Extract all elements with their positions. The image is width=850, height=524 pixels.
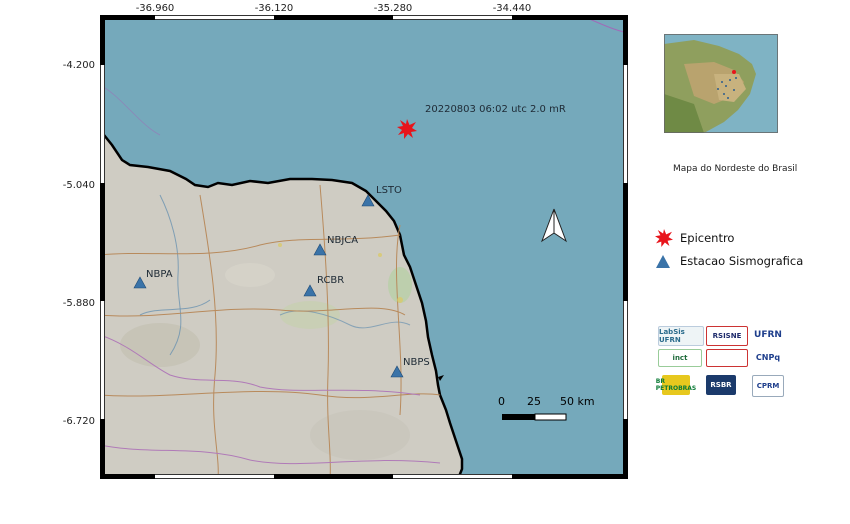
scale-label-25: 25 <box>527 395 541 408</box>
logo-cprm: CPRM <box>752 375 784 397</box>
event-label: 20220803 06:02 utc 2.0 mR <box>425 104 566 115</box>
logo-rsbr: RSBR <box>706 375 736 395</box>
station-label-nbps: NBPS <box>403 357 430 368</box>
station-label-nbpa: NBPA <box>146 269 173 280</box>
logo-rsisne-strip <box>706 349 748 367</box>
logo-ufrn: UFRN <box>750 326 786 344</box>
lat-tick-3: -5.880 <box>62 298 95 309</box>
inset-map <box>664 34 778 133</box>
logo-rsisne: RSISNE <box>706 326 748 346</box>
logo-inct: inct <box>658 349 702 367</box>
station-label-rcbr: RCBR <box>317 275 344 286</box>
logo-petrobras: BR PETROBRAS <box>656 375 696 395</box>
logo-cnpq: CNPq <box>750 349 786 365</box>
inset-caption: Mapa do Nordeste do Brasil <box>673 164 798 174</box>
lat-tick-1: -4.200 <box>62 60 95 71</box>
lon-tick-3: -35.280 <box>373 3 413 14</box>
station-label-nbjca: NBJCA <box>327 235 358 246</box>
lon-tick-1: -36.960 <box>135 3 175 14</box>
lon-tick-4: -34.440 <box>492 3 532 14</box>
lat-tick-4: -6.720 <box>62 416 95 427</box>
legend-epicenter-icon <box>654 228 674 252</box>
scale-bar <box>502 413 567 421</box>
legend-epicenter-label: Epicentro <box>680 231 735 245</box>
logo-labsis: LabSis UFRN <box>658 326 704 346</box>
lat-tick-2: -5.040 <box>62 180 95 191</box>
scale-label-0: 0 <box>498 395 505 408</box>
legend-station-icon <box>656 253 670 272</box>
map-canvas: 20220803 06:02 utc 2.0 mR LSTO NBJCA NBP… <box>98 14 629 481</box>
lon-tick-2: -36.120 <box>254 3 294 14</box>
main-map[interactable]: 20220803 06:02 utc 2.0 mR LSTO NBJCA NBP… <box>98 14 629 481</box>
scale-label-50: 50 km <box>560 395 595 408</box>
station-label-lsto: LSTO <box>376 185 402 196</box>
legend-station-label: Estacao Sismografica <box>680 254 804 268</box>
